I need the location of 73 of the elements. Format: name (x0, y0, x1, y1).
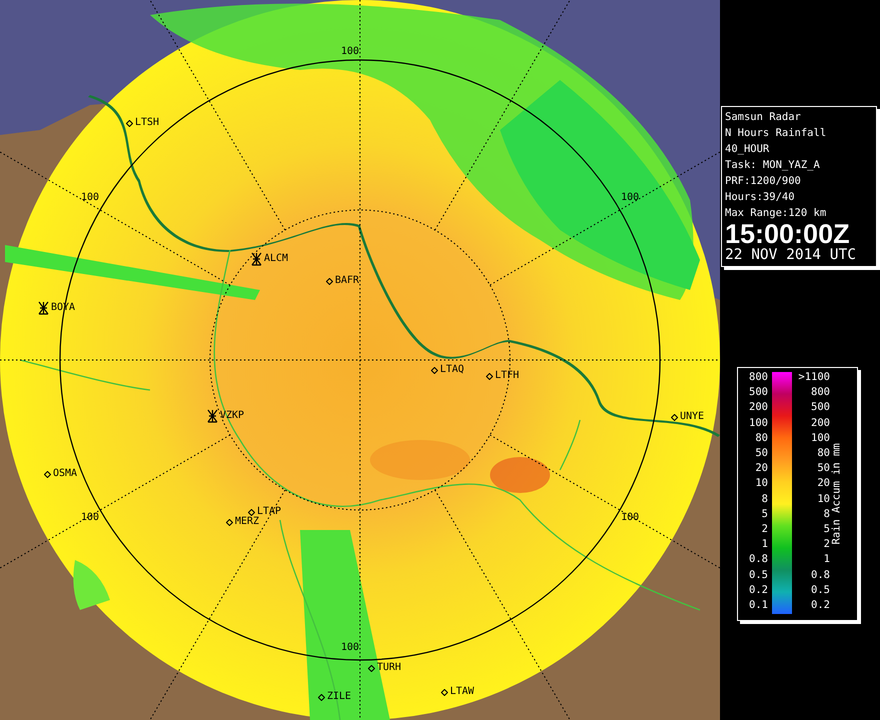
diamond-icon (368, 664, 375, 672)
info-line: Task: MON_YAZ_A (725, 158, 821, 173)
scale-value: 10 (817, 492, 830, 507)
scale-value: 0.8 (749, 552, 768, 568)
site-label: UNYE (680, 411, 704, 423)
scale-value: 0.8 (811, 568, 830, 583)
diamond-icon (441, 688, 448, 696)
scale-value: >1100 (798, 370, 830, 385)
range-ring-label: 100 (621, 513, 640, 523)
info-line: Hours:39/40 (725, 190, 796, 205)
site-label: LTAQ (440, 364, 464, 376)
range-ring-label: 100 (81, 513, 100, 523)
range-ring-label: 100 (81, 193, 100, 203)
radar-tower-icon (38, 301, 49, 315)
scale-value: 2 (762, 522, 768, 538)
diamond-icon (126, 120, 133, 126)
info-line: N Hours Rainfall (725, 126, 828, 141)
range-ring-label: 100 (341, 47, 360, 57)
scale-value: 500 (811, 400, 830, 416)
scale-value: 50 (755, 446, 768, 462)
site-label: ALCM (264, 253, 288, 265)
scale-value: 1 (762, 537, 768, 552)
diamond-icon (671, 414, 678, 420)
scale-value: 500 (749, 385, 768, 400)
info-line: Samsun Radar (725, 110, 802, 125)
scale-value: 1 (824, 552, 830, 568)
scale-value: 20 (817, 476, 830, 492)
radar-tower-icon (207, 409, 218, 423)
site-label: LTSH (135, 117, 160, 129)
site-label: ZILE (327, 691, 352, 703)
scale-value: 20 (755, 461, 768, 476)
radar-tower-icon (251, 252, 262, 266)
scale-value: 2 (824, 537, 830, 552)
scale-value: 50 (817, 461, 830, 476)
scale-value: 80 (817, 446, 830, 462)
site-label: BAFR (335, 275, 360, 287)
range-ring-label: 100 (621, 193, 640, 203)
site-label: LTFH (495, 370, 520, 382)
site-label: OSMA (53, 468, 78, 480)
info-line: 40_HOUR (725, 142, 770, 157)
scale-value: 100 (811, 430, 830, 446)
scale-value: 100 (749, 416, 768, 431)
scale-value: 0.2 (811, 598, 830, 614)
diamond-icon (431, 366, 438, 374)
scale-value: 800 (811, 385, 830, 400)
diamond-icon (326, 278, 333, 284)
site-label: LTAW (450, 686, 474, 698)
diamond-icon (486, 372, 493, 380)
scale-value: 800 (749, 370, 768, 385)
scale-value: 200 (811, 416, 830, 431)
diamond-icon (318, 694, 325, 700)
scale-value: 0.5 (749, 568, 768, 583)
scale-value: 0.2 (749, 582, 768, 598)
diamond-icon (226, 518, 233, 526)
site-label: LTAP (257, 506, 282, 517)
scale-value: 5 (762, 506, 768, 522)
site-label: MERZ (235, 516, 260, 528)
scale-value: 80 (755, 430, 768, 446)
scale-value: 8 (762, 492, 768, 507)
legend-title: Rain Accum in mm (830, 443, 844, 545)
scale-value: 10 (755, 476, 768, 492)
info-line: Max Range:120 km (725, 206, 828, 221)
date-display: 22 NOV 2014 UTC (725, 247, 857, 264)
scale-value: 0.5 (811, 582, 830, 598)
range-ring-label: 100 (341, 643, 360, 653)
diamond-icon (44, 470, 51, 478)
scale-value: 200 (749, 400, 768, 416)
diamond-icon (248, 508, 255, 516)
info-line: PRF:1200/900 (725, 174, 802, 189)
scale-value: 8 (824, 506, 830, 522)
time-display: 15:00:00Z (725, 221, 850, 247)
scale-value: 5 (824, 522, 830, 538)
scale-value: 0.1 (749, 598, 768, 614)
